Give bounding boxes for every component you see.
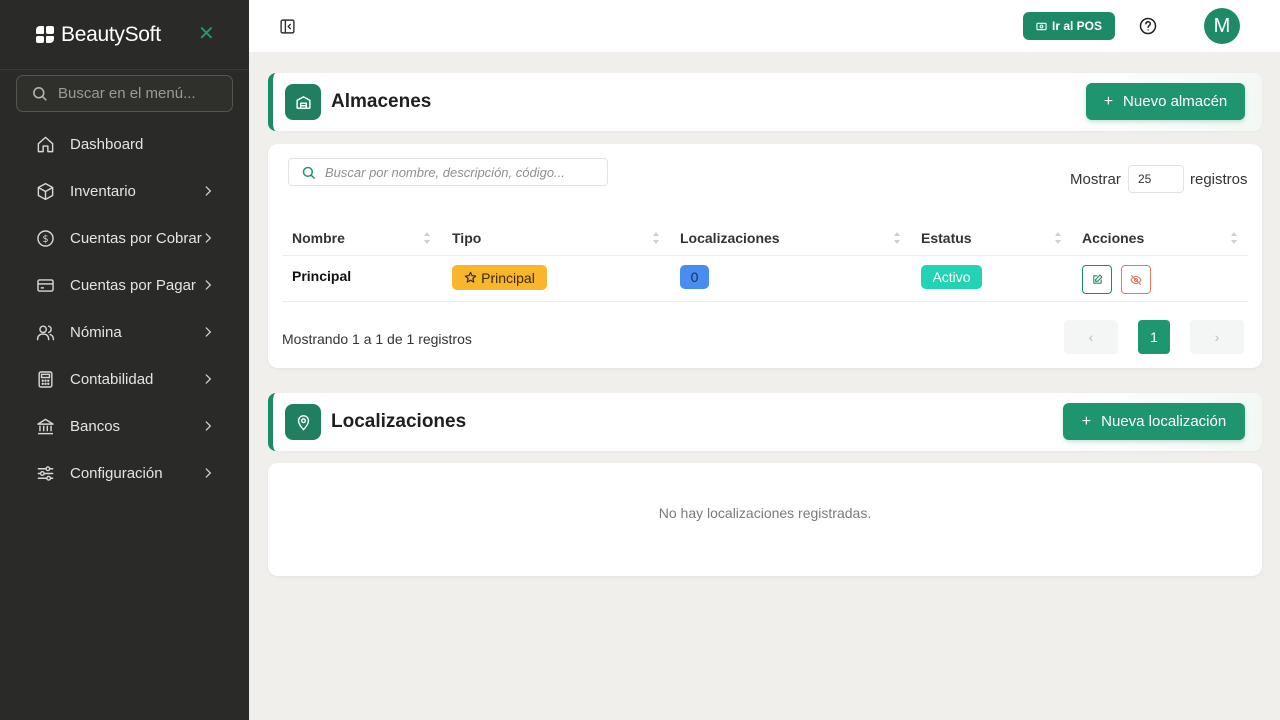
chevron-right-icon <box>205 327 212 337</box>
page-size-input[interactable]: 25 <box>1128 165 1184 193</box>
tipo-badge-label: Principal <box>481 269 535 286</box>
page-title: Almacenes <box>331 91 432 112</box>
chevron-right-icon <box>205 186 212 196</box>
localizaciones-count-badge: 0 <box>680 265 709 289</box>
new-localizacion-label: Nueva localización <box>1101 413 1227 430</box>
sort-icon[interactable] <box>1054 230 1062 246</box>
close-icon[interactable]: ✕ <box>198 24 215 44</box>
sidebar-item-configuracion[interactable]: Configuración <box>0 450 249 497</box>
edit-button[interactable] <box>1082 265 1112 294</box>
search-icon <box>302 166 315 179</box>
status-badge: Activo <box>921 265 982 289</box>
sidebar-toggle-icon[interactable] <box>279 18 296 40</box>
home-icon <box>35 135 55 155</box>
sidebar-item-dashboard[interactable]: Dashboard <box>0 121 249 168</box>
sidebar: BeautySoft ✕ Dashboard Inventario $ Cuen… <box>0 0 249 720</box>
brand-logo-icon <box>36 26 55 43</box>
section-title: Localizaciones <box>331 411 467 432</box>
plus-icon: + <box>1081 412 1092 430</box>
sidebar-item-cuentas-por-pagar[interactable]: Cuentas por Pagar <box>0 262 249 309</box>
table-search <box>288 158 608 186</box>
cash-icon <box>1036 22 1047 30</box>
chevron-right-icon <box>205 468 212 478</box>
pos-button[interactable]: Ir al POS <box>1023 12 1115 40</box>
topbar: Ir al POS M <box>249 0 1280 52</box>
plus-icon: + <box>1103 92 1114 110</box>
sidebar-item-bancos[interactable]: Bancos <box>0 403 249 450</box>
almacenes-table-card: Mostrar 25 registros Nombre Tipo Localiz… <box>268 144 1262 368</box>
show-label: Mostrar <box>1070 171 1121 188</box>
chevron-right-icon <box>205 280 212 290</box>
edit-icon <box>1092 274 1102 284</box>
dollar-circle-icon: $ <box>35 229 55 249</box>
sidebar-item-label: Nómina <box>70 324 122 341</box>
localizaciones-card: No hay localizaciones registradas. <box>268 463 1262 576</box>
chevron-right-icon <box>205 374 212 384</box>
sidebar-nav: Dashboard Inventario $ Cuentas por Cobra… <box>0 121 249 497</box>
table-search-input[interactable] <box>325 164 605 180</box>
help-circle-icon[interactable] <box>1139 17 1157 40</box>
sort-icon[interactable] <box>893 230 901 246</box>
deactivate-button[interactable] <box>1121 265 1151 294</box>
sidebar-item-label: Bancos <box>70 418 121 435</box>
new-almacen-label: Nuevo almacén <box>1123 93 1228 110</box>
brand: BeautySoft ✕ <box>0 0 249 70</box>
pagination-next[interactable]: › <box>1190 320 1244 354</box>
sidebar-item-label: Contabilidad <box>70 371 154 388</box>
column-header-acciones[interactable]: Acciones <box>1082 230 1144 246</box>
chevron-right-icon <box>205 421 212 431</box>
sidebar-item-nomina[interactable]: Nómina <box>0 309 249 356</box>
menu-search <box>16 75 233 112</box>
menu-search-input[interactable] <box>58 85 228 102</box>
divider <box>282 255 1248 256</box>
sidebar-item-inventario[interactable]: Inventario <box>0 168 249 215</box>
column-header-localizaciones[interactable]: Localizaciones <box>680 230 780 246</box>
sidebar-item-label: Cuentas por Pagar <box>70 277 196 294</box>
map-pin-icon <box>285 404 321 440</box>
star-icon <box>464 271 477 283</box>
sidebar-item-label: Cuentas por Cobrar <box>70 230 202 247</box>
sidebar-item-cuentas-por-cobrar[interactable]: $ Cuentas por Cobrar <box>0 215 249 262</box>
tipo-badge: Principal <box>452 265 547 290</box>
sort-icon[interactable] <box>652 230 660 246</box>
sliders-icon <box>35 464 55 484</box>
pos-button-label: Ir al POS <box>1051 19 1103 33</box>
localizaciones-header: Localizaciones + Nueva localización <box>268 393 1262 451</box>
avatar[interactable]: M <box>1204 8 1240 44</box>
sidebar-item-label: Dashboard <box>70 136 144 153</box>
records-label: registros <box>1190 171 1248 188</box>
cell-nombre: Principal <box>292 268 352 284</box>
sidebar-item-contabilidad[interactable]: Contabilidad <box>0 356 249 403</box>
column-header-tipo[interactable]: Tipo <box>452 230 481 246</box>
users-icon <box>35 323 55 343</box>
pagination-page-1[interactable]: 1 <box>1138 320 1170 354</box>
bank-icon <box>35 417 55 437</box>
svg-text:$: $ <box>42 234 48 245</box>
sidebar-item-label: Configuración <box>70 465 163 482</box>
almacenes-header: Almacenes + Nuevo almacén <box>268 73 1262 131</box>
eye-off-icon <box>1130 274 1142 285</box>
new-localizacion-button[interactable]: + Nueva localización <box>1063 403 1245 440</box>
warehouse-icon <box>285 84 321 120</box>
new-almacen-button[interactable]: + Nuevo almacén <box>1086 83 1245 120</box>
pagination-prev[interactable]: ‹ <box>1064 320 1118 354</box>
column-header-estatus[interactable]: Estatus <box>921 230 972 246</box>
sort-icon[interactable] <box>423 230 431 246</box>
sidebar-item-label: Inventario <box>70 183 136 200</box>
empty-message: No hay localizaciones registradas. <box>658 505 872 521</box>
chevron-right-icon <box>205 233 212 243</box>
divider <box>282 301 1248 302</box>
credit-card-icon <box>35 276 55 296</box>
calculator-icon <box>35 370 55 390</box>
table-info: Mostrando 1 a 1 de 1 registros <box>282 331 472 347</box>
brand-name: BeautySoft <box>61 22 161 46</box>
column-header-nombre[interactable]: Nombre <box>292 230 345 246</box>
sort-icon[interactable] <box>1230 230 1238 246</box>
search-icon <box>33 87 47 101</box>
box-icon <box>35 182 55 202</box>
